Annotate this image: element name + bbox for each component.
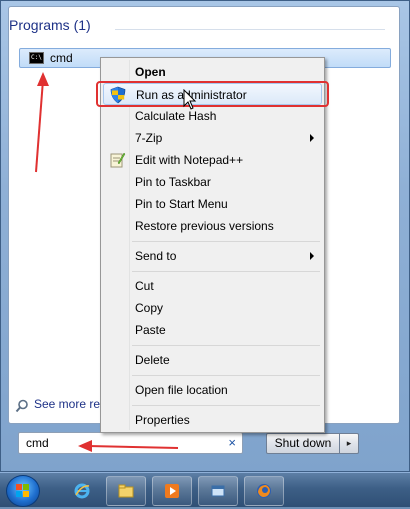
media-player-icon[interactable] — [152, 476, 192, 506]
menu-item-pin-to-taskbar[interactable]: Pin to Taskbar — [103, 171, 322, 193]
start-orb-icon[interactable] — [6, 475, 40, 507]
menu-item-pin-to-start-menu[interactable]: Pin to Start Menu — [103, 193, 322, 215]
menu-separator — [132, 405, 320, 406]
menu-item-copy[interactable]: Copy — [103, 297, 322, 319]
menu-item-restore-previous-versions[interactable]: Restore previous versions — [103, 215, 322, 237]
window-glyph-icon — [211, 485, 225, 497]
menu-separator — [132, 375, 320, 376]
menu-item-delete[interactable]: Delete — [103, 349, 322, 371]
annotation-highlight-box — [96, 81, 329, 107]
firefox-glyph-icon — [257, 484, 271, 498]
menu-item-label: Paste — [135, 323, 166, 337]
menu-item-open[interactable]: Open — [103, 61, 322, 83]
shut-down-options-button[interactable]: ▸ — [339, 433, 359, 454]
window-app-icon[interactable] — [198, 476, 238, 506]
shut-down-button[interactable]: Shut down — [266, 433, 340, 454]
menu-item-open-file-location[interactable]: Open file location — [103, 379, 322, 401]
menu-item-label: Calculate Hash — [135, 109, 217, 123]
notepad-plus-plus-icon — [110, 152, 126, 168]
submenu-arrow-icon — [310, 252, 314, 260]
clear-search-icon[interactable]: × — [228, 435, 236, 450]
menu-item-label: Open file location — [135, 383, 228, 397]
menu-item-label: 7-Zip — [135, 131, 163, 145]
menu-item-label: Pin to Taskbar — [135, 175, 211, 189]
menu-item-properties[interactable]: Properties — [103, 409, 322, 431]
menu-item-calculate-hash[interactable]: Calculate Hash — [103, 105, 322, 127]
menu-item-edit-with-notepad-plus-plus[interactable]: Edit with Notepad++ — [103, 149, 322, 171]
search-input[interactable]: cmd × — [18, 432, 243, 454]
menu-separator — [132, 241, 320, 242]
menu-item-label: Cut — [135, 279, 154, 293]
file-explorer-icon[interactable] — [106, 476, 146, 506]
ie-glyph-icon — [74, 483, 90, 499]
program-item-label: cmd — [50, 51, 73, 65]
folder-glyph-icon — [118, 484, 134, 498]
mouse-cursor-icon — [183, 89, 197, 110]
menu-separator — [132, 271, 320, 272]
firefox-icon[interactable] — [244, 476, 284, 506]
menu-item-label: Properties — [135, 413, 190, 427]
programs-header: Programs (1) — [9, 17, 91, 33]
windows-logo-icon — [16, 484, 29, 497]
menu-item-label: Copy — [135, 301, 164, 315]
menu-separator — [132, 345, 320, 346]
search-input-value: cmd — [26, 436, 49, 450]
context-menu: Open Run as administrator Calculate Hash… — [100, 57, 325, 433]
menu-item-7-zip[interactable]: 7-Zip — [103, 127, 322, 149]
menu-item-label: Send to — [135, 249, 177, 263]
submenu-arrow-icon — [310, 134, 314, 142]
internet-explorer-icon[interactable] — [62, 476, 102, 506]
menu-item-send-to[interactable]: Send to — [103, 245, 322, 267]
menu-item-label: Pin to Start Menu — [135, 197, 228, 211]
see-more-label: See more res — [34, 397, 107, 411]
cmd-icon: C:\ — [29, 52, 44, 64]
menu-item-label: Open — [135, 65, 166, 79]
menu-item-label: Delete — [135, 353, 170, 367]
media-glyph-icon — [165, 484, 179, 498]
magnifier-icon — [15, 399, 28, 413]
menu-item-label: Restore previous versions — [135, 219, 274, 233]
header-divider — [115, 29, 385, 30]
see-more-results-link[interactable]: See more res — [34, 397, 106, 411]
menu-item-label: Edit with Notepad++ — [135, 153, 244, 167]
menu-item-paste[interactable]: Paste — [103, 319, 322, 341]
menu-item-cut[interactable]: Cut — [103, 275, 322, 297]
taskbar — [0, 472, 410, 507]
